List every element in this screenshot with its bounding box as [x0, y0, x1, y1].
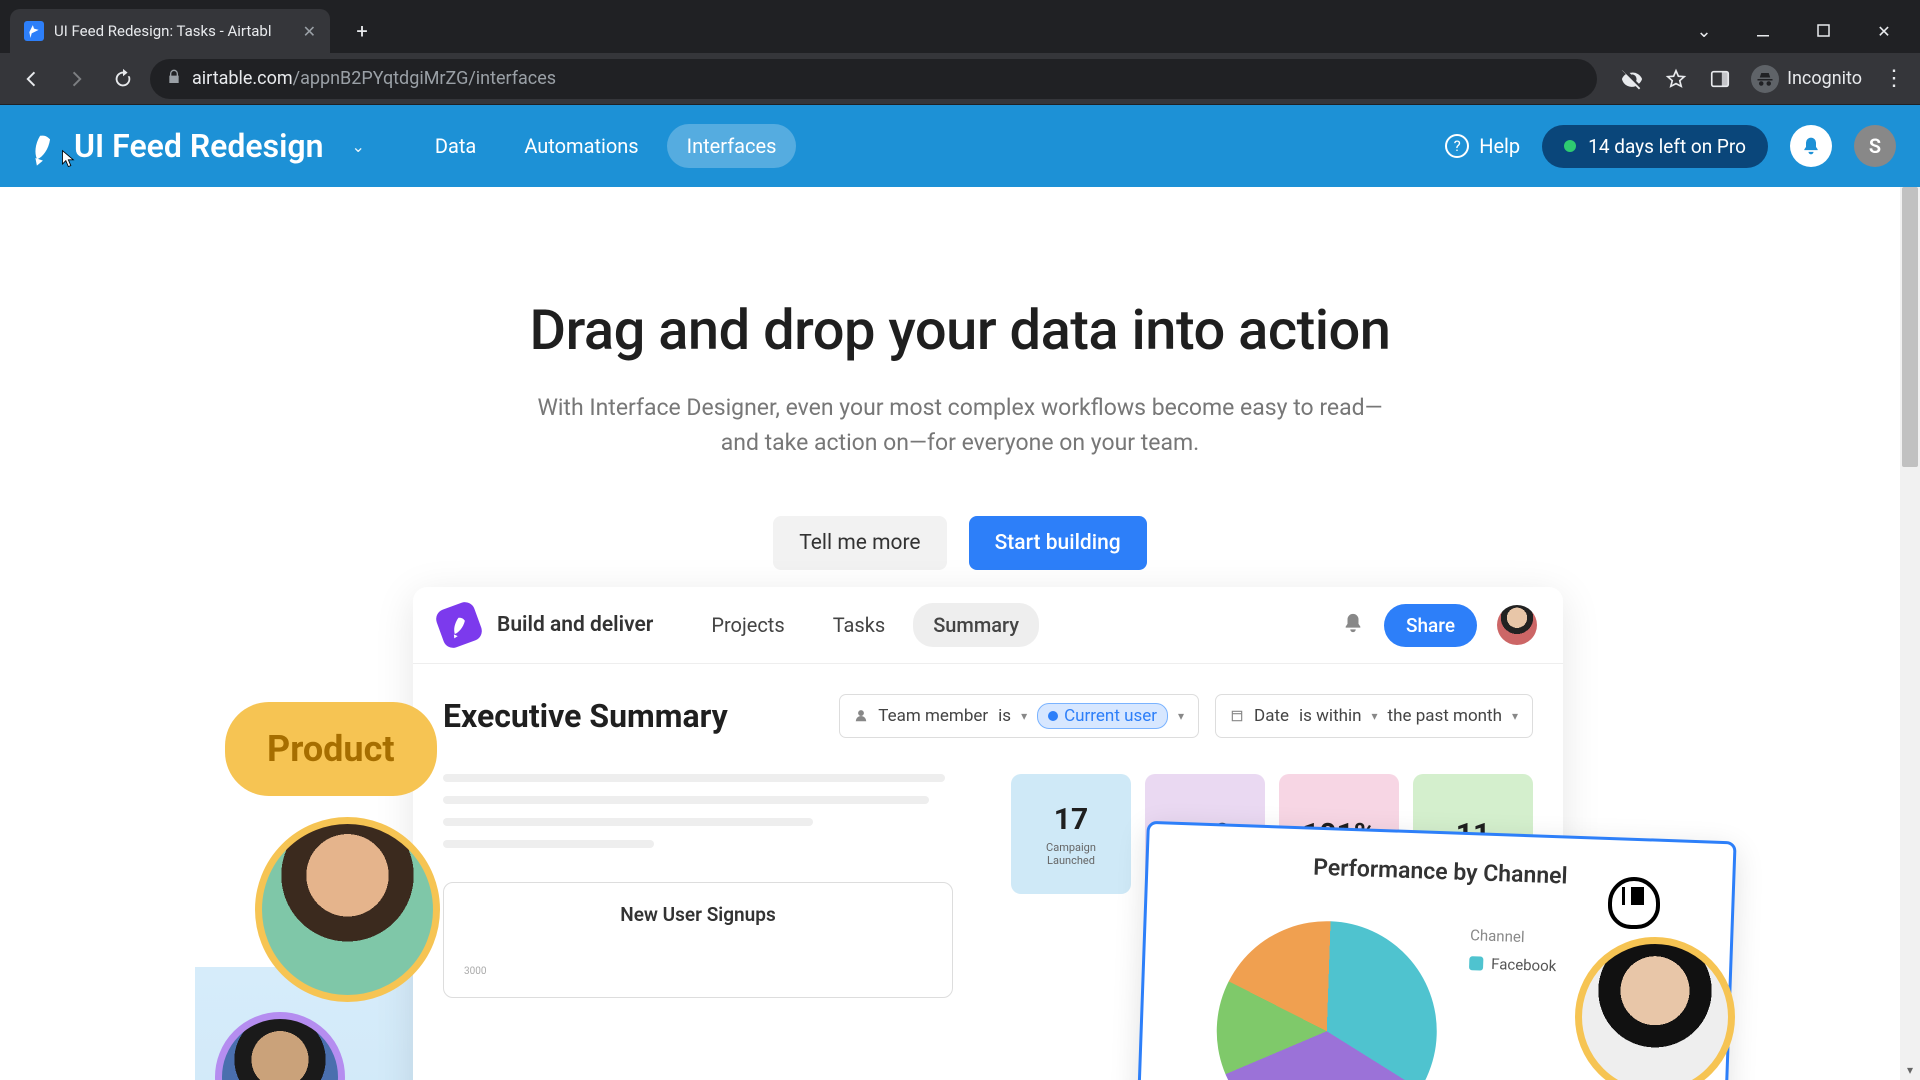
demo-filters: Team member is▾ Current user▾ Date is wi… [839, 694, 1533, 738]
legend-swatch [1469, 956, 1483, 970]
avatar-decor-1 [255, 817, 440, 1002]
hero-title: Drag and drop your data into action [0, 297, 1920, 363]
chevron-down-icon[interactable]: ⌄ [351, 137, 364, 156]
help-button[interactable]: ? Help [1445, 134, 1520, 158]
nav-interfaces[interactable]: Interfaces [667, 124, 797, 168]
scrollbar-thumb[interactable] [1902, 187, 1918, 467]
filter-date: Date is within▾ the past month▾ [1215, 694, 1533, 738]
tab-title: UI Feed Redesign: Tasks - Airtabl [54, 22, 291, 40]
demo-rocket-icon [433, 599, 484, 650]
url-text: airtable.com/appnB2PYqtdgiMrZG/interface… [192, 68, 556, 89]
demo-signups-axis: 3000 [464, 966, 932, 977]
demo-card-header: Build and deliver Projects Tasks Summary… [413, 587, 1563, 664]
legend-header: Channel [1470, 926, 1558, 947]
help-label: Help [1479, 134, 1520, 158]
illustration: Product Build and deliver Projects Tasks… [195, 587, 1725, 1080]
tab-favicon [24, 21, 44, 41]
user-avatar[interactable]: S [1854, 125, 1896, 167]
help-icon: ? [1445, 134, 1469, 158]
browser-menu-icon[interactable]: ⋮ [1880, 66, 1908, 91]
window-maximize-icon[interactable] [1794, 9, 1854, 53]
demo-text-skeleton: New User Signups 3000 [443, 774, 971, 998]
lock-icon [166, 69, 182, 89]
nav-reload-button[interactable] [104, 60, 142, 98]
star-icon[interactable] [1663, 66, 1689, 92]
scrollbar[interactable]: ▾ [1900, 187, 1920, 1080]
bell-icon [1801, 136, 1821, 156]
address-omnibox[interactable]: airtable.com/appnB2PYqtdgiMrZG/interface… [150, 59, 1597, 99]
trial-pill[interactable]: 14 days left on Pro [1542, 125, 1768, 168]
notifications-button[interactable] [1790, 125, 1832, 167]
nav-data[interactable]: Data [415, 124, 496, 168]
scroll-down-icon[interactable]: ▾ [1900, 1060, 1920, 1080]
hero-section: Drag and drop your data into action With… [0, 187, 1920, 570]
chart-legend: Channel Facebook [1463, 926, 1558, 1080]
demo-avatar [1497, 605, 1537, 645]
browser-tab-active[interactable]: UI Feed Redesign: Tasks - Airtabl ✕ [10, 9, 330, 53]
browser-address-bar: airtable.com/appnB2PYqtdgiMrZG/interface… [0, 53, 1920, 105]
trial-label: 14 days left on Pro [1588, 135, 1746, 158]
incognito-indicator[interactable]: Incognito [1751, 65, 1862, 93]
calendar-icon [1230, 709, 1244, 723]
demo-body-title: Executive Summary [443, 697, 728, 735]
product-pill: Product [225, 702, 437, 796]
tabs-dropdown-icon[interactable]: ⌄ [1674, 9, 1734, 53]
nav-back-button[interactable] [12, 60, 50, 98]
user-icon [854, 709, 868, 723]
filter-team-member: Team member is▾ Current user▾ [839, 694, 1199, 738]
header-nav: Data Automations Interfaces [415, 124, 797, 168]
tell-me-more-button[interactable]: Tell me more [773, 516, 946, 570]
main-content: Drag and drop your data into action With… [0, 187, 1920, 1080]
demo-card-title: Build and deliver [497, 613, 653, 637]
eye-off-icon[interactable] [1619, 66, 1645, 92]
nav-automations[interactable]: Automations [504, 124, 658, 168]
pie-chart [1213, 917, 1441, 1080]
browser-tab-strip: UI Feed Redesign: Tasks - Airtabl ✕ + ⌄ … [0, 0, 1920, 53]
rocket-icon [18, 122, 66, 170]
hero-subtitle: With Interface Designer, even your most … [0, 391, 1920, 460]
tab-close-icon[interactable]: ✕ [303, 22, 316, 41]
window-close-icon[interactable]: ✕ [1854, 9, 1914, 53]
nav-forward-button[interactable] [58, 60, 96, 98]
grab-cursor-icon [1608, 877, 1660, 929]
base-title: UI Feed Redesign [74, 127, 323, 165]
window-minimize-icon[interactable] [1734, 9, 1794, 53]
stat-card-1: 17CampaignLaunched [1011, 774, 1131, 894]
legend-label: Facebook [1491, 955, 1557, 975]
base-title-area[interactable]: UI Feed Redesign ⌄ [24, 127, 365, 165]
window-controls: ⌄ ✕ [1674, 9, 1920, 53]
demo-tab-tasks: Tasks [813, 603, 906, 647]
new-tab-button[interactable]: + [344, 13, 380, 49]
demo-signups-title: New User Signups [464, 903, 932, 926]
demo-tab-projects: Projects [691, 603, 804, 647]
app-header: UI Feed Redesign ⌄ Data Automations Inte… [0, 105, 1920, 187]
start-building-button[interactable]: Start building [969, 516, 1147, 570]
side-panel-icon[interactable] [1707, 66, 1733, 92]
demo-signups-card: New User Signups 3000 [443, 882, 953, 998]
demo-share-button: Share [1384, 604, 1477, 647]
demo-tab-summary: Summary [913, 603, 1039, 647]
demo-bell-icon [1342, 612, 1364, 638]
incognito-label: Incognito [1787, 68, 1862, 89]
incognito-icon [1751, 65, 1779, 93]
status-dot-icon [1564, 140, 1576, 152]
